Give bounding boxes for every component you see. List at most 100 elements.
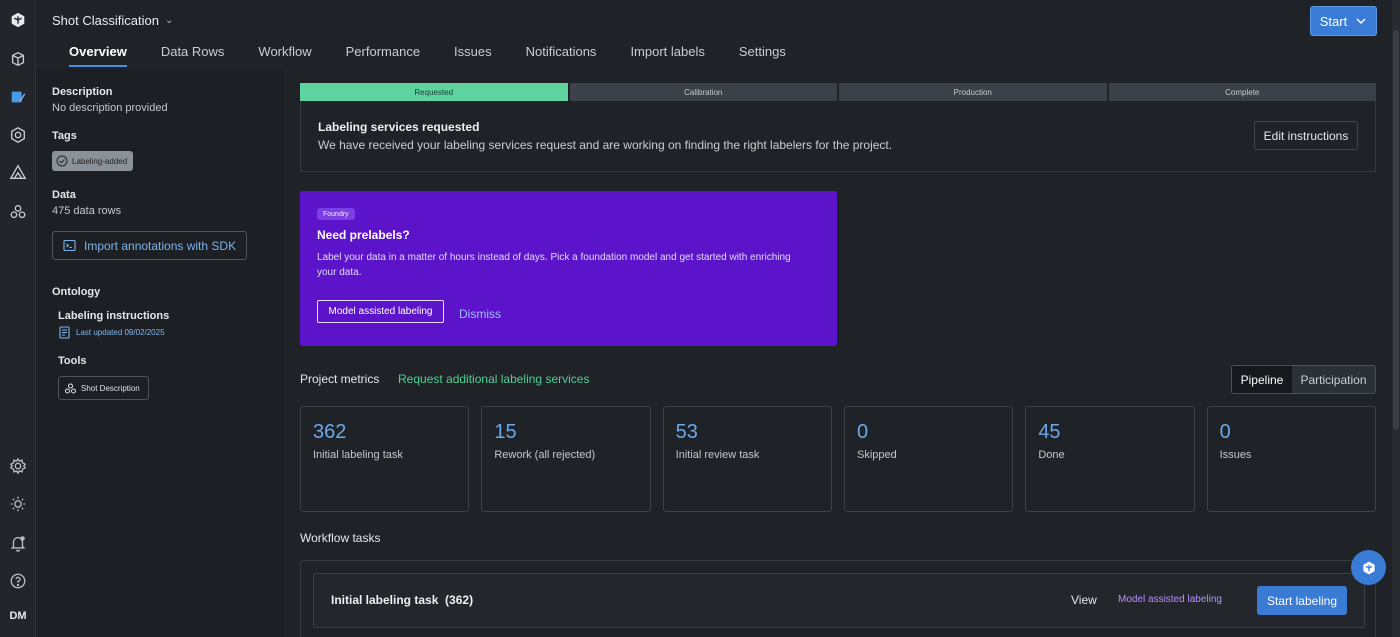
instructions-link[interactable]: Last updated 09/02/2025 xyxy=(58,326,165,339)
data-label: Data xyxy=(52,189,76,201)
avatar[interactable]: DM xyxy=(3,610,33,622)
metric-label: Initial labeling task xyxy=(313,449,403,461)
tab-notifications[interactable]: Notifications xyxy=(509,44,614,65)
description-label: Description xyxy=(52,86,113,98)
tag-chip[interactable]: Labeling-added xyxy=(52,151,134,171)
start-labeling-button[interactable]: Start labeling xyxy=(1257,586,1347,615)
instructions-updated: Last updated 09/02/2025 xyxy=(76,328,165,337)
check-circle-icon xyxy=(56,155,68,167)
model-icon[interactable] xyxy=(3,122,33,148)
tab-bar: Overview Data Rows Workflow Performance … xyxy=(52,44,803,67)
view-task-button[interactable]: View xyxy=(1071,593,1097,607)
help-chat-button[interactable] xyxy=(1351,550,1386,585)
metric-card[interactable]: 53 Initial review task xyxy=(662,406,832,512)
task-count: (362) xyxy=(445,593,474,607)
edit-instructions-button[interactable]: Edit instructions xyxy=(1254,121,1358,150)
metric-card[interactable]: 362 Initial labeling task xyxy=(300,406,470,512)
terminal-icon xyxy=(63,239,76,252)
import-annotations-sdk-button[interactable]: Import annotations with SDK xyxy=(52,231,247,260)
metric-label: Done xyxy=(1038,449,1065,461)
workflow-tasks-card: Initial labeling task (362) View Model a… xyxy=(300,560,1376,637)
workforce-icon[interactable] xyxy=(3,199,33,225)
request-services-link[interactable]: Request additional labeling services xyxy=(398,372,589,386)
scrollbar-thumb[interactable] xyxy=(1393,30,1399,430)
theme-icon[interactable] xyxy=(3,491,33,517)
start-button[interactable]: Start xyxy=(1310,6,1377,36)
tab-overview[interactable]: Overview xyxy=(52,44,144,67)
description-value: No description provided xyxy=(52,102,168,114)
metrics-cards: 362 Initial labeling task 15 Rework (all… xyxy=(300,406,1376,512)
labelbox-logo-icon xyxy=(1362,561,1375,574)
metric-value: 362 xyxy=(313,421,347,443)
catalog-icon[interactable] xyxy=(3,46,33,72)
service-progress-steps: Requested Calibration Production Complet… xyxy=(300,83,1376,101)
tool-chip[interactable]: Shot Description xyxy=(58,376,149,400)
project-metrics-title: Project metrics xyxy=(300,372,380,386)
step-complete: Complete xyxy=(1108,83,1376,101)
metric-value: 45 xyxy=(1038,421,1061,443)
services-subtitle: We have received your labeling services … xyxy=(318,138,893,152)
metric-card[interactable]: 0 Skipped xyxy=(843,406,1014,512)
model-assisted-labeling-button[interactable]: Model assisted labeling xyxy=(317,300,444,323)
labeling-services-card: Labeling services requested We have rece… xyxy=(300,101,1376,172)
start-button-label: Start xyxy=(1319,13,1348,29)
metric-value: 0 xyxy=(1219,421,1231,443)
workflow-task-row: Initial labeling task (362) View Model a… xyxy=(313,573,1365,628)
metric-label: Skipped xyxy=(856,449,897,461)
sidebar-rail: DM xyxy=(0,0,36,637)
project-title: Shot Classification xyxy=(52,13,159,28)
ontology-label: Ontology xyxy=(52,286,101,298)
metric-label: Issues xyxy=(1219,449,1252,461)
tab-issues[interactable]: Issues xyxy=(437,44,509,65)
metric-card[interactable]: 45 Done xyxy=(1025,406,1195,512)
metric-label: Initial review task xyxy=(675,449,760,461)
labeling-instructions-label: Labeling instructions xyxy=(58,310,170,322)
model-assisted-labeling-link[interactable]: Model assisted labeling xyxy=(1118,594,1222,605)
tab-workflow[interactable]: Workflow xyxy=(241,44,328,65)
page-scrollbar[interactable] xyxy=(1392,0,1400,637)
foundry-description: Label your data in a matter of hours ins… xyxy=(317,252,791,278)
tools-label: Tools xyxy=(58,355,87,367)
toggle-pipeline[interactable]: Pipeline xyxy=(1232,366,1292,393)
tags-label: Tags xyxy=(52,130,77,142)
metrics-view-toggle: Pipeline Participation xyxy=(1231,365,1376,394)
tab-data-rows[interactable]: Data Rows xyxy=(144,44,242,65)
metric-label: Rework (all rejected) xyxy=(494,449,596,461)
metric-value: 15 xyxy=(494,421,517,443)
labelbox-logo-icon[interactable] xyxy=(3,7,33,33)
metric-value: 53 xyxy=(675,421,698,443)
chevron-down-icon: ⌄ xyxy=(164,15,174,26)
metric-card[interactable]: 0 Issues xyxy=(1206,406,1376,512)
chevron-down-icon xyxy=(1356,18,1366,25)
workflow-tasks-title: Workflow tasks xyxy=(300,531,381,545)
tab-settings[interactable]: Settings xyxy=(722,44,803,65)
task-name: Initial labeling task (362) xyxy=(331,593,473,607)
project-header: Shot Classification ⌄ Overview Data Rows… xyxy=(36,0,1400,70)
tag-label: Labeling-added xyxy=(72,156,128,166)
services-title: Labeling services requested xyxy=(318,120,480,134)
dismiss-button[interactable]: Dismiss xyxy=(459,307,501,321)
alert-icon[interactable] xyxy=(3,159,33,185)
notifications-icon[interactable] xyxy=(3,530,33,556)
project-selector[interactable]: Shot Classification ⌄ xyxy=(52,13,173,28)
document-icon xyxy=(59,326,70,339)
tab-import-labels[interactable]: Import labels xyxy=(613,44,721,65)
project-info-panel: Description No description provided Tags… xyxy=(36,70,284,637)
task-name-label: Initial labeling task xyxy=(331,593,439,607)
tab-performance[interactable]: Performance xyxy=(329,44,437,65)
tool-name: Shot Description xyxy=(81,383,140,393)
annotate-icon[interactable] xyxy=(3,84,33,110)
sdk-button-label: Import annotations with SDK xyxy=(84,238,237,253)
metric-card[interactable]: 15 Rework (all rejected) xyxy=(481,406,651,512)
toggle-participation[interactable]: Participation xyxy=(1292,366,1375,393)
help-icon[interactable] xyxy=(3,568,33,594)
classification-icon xyxy=(65,383,76,393)
step-production: Production xyxy=(839,83,1107,101)
metric-value: 0 xyxy=(856,421,869,443)
foundry-promo-card: Foundry Need prelabels? Label your data … xyxy=(300,191,837,346)
settings-icon[interactable] xyxy=(3,453,33,479)
foundry-badge: Foundry xyxy=(317,208,355,220)
data-rows-value: 475 data rows xyxy=(52,205,122,217)
foundry-title: Need prelabels? xyxy=(317,228,410,242)
step-calibration: Calibration xyxy=(569,83,837,101)
